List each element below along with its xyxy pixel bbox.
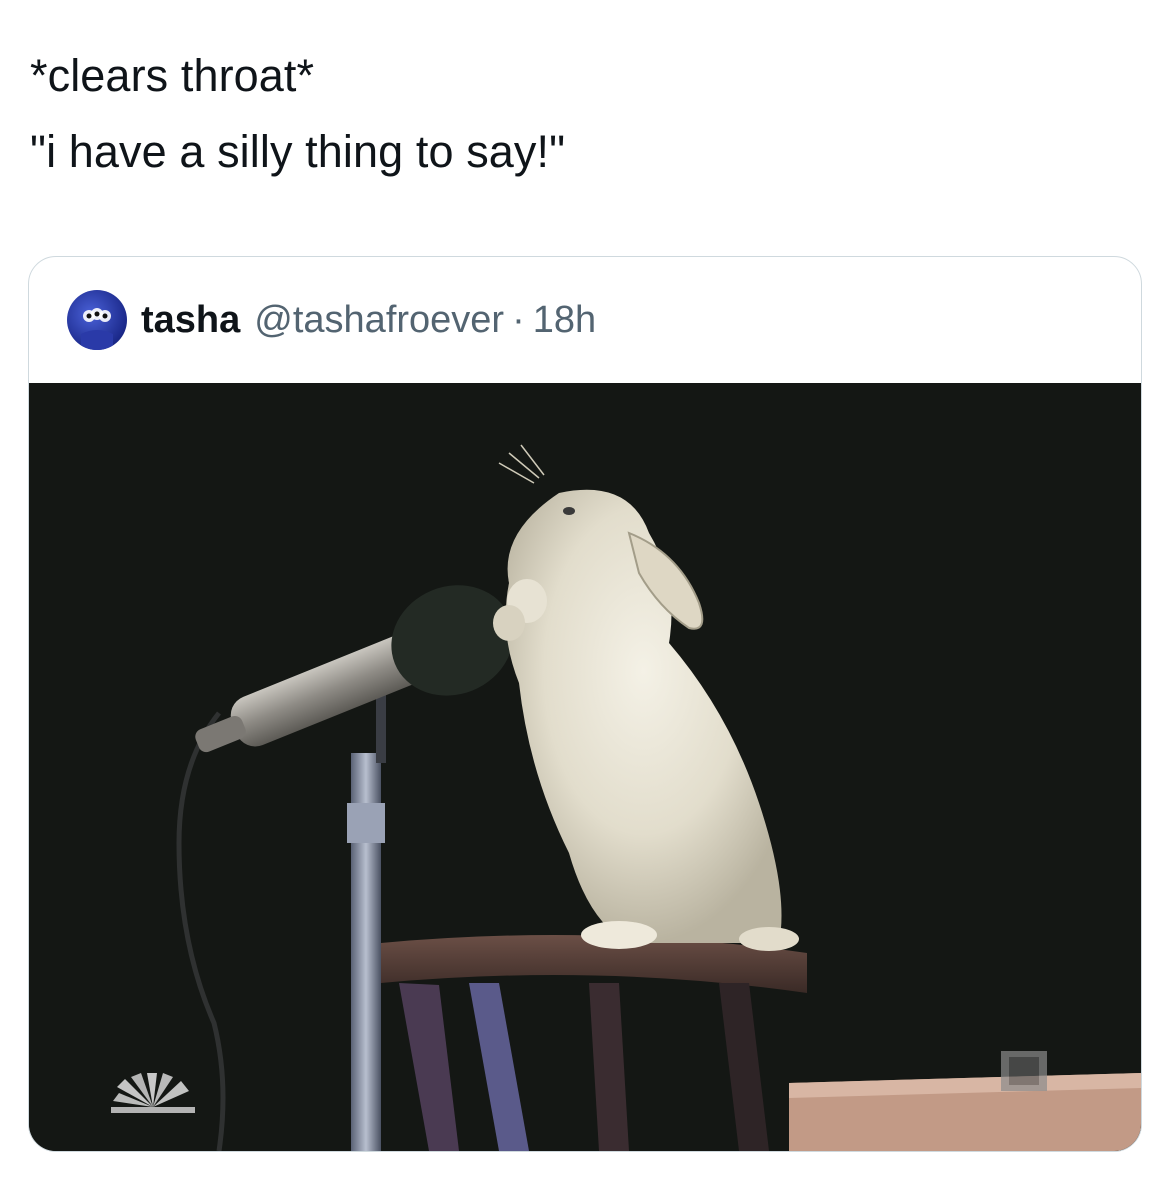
tweet-line-2: "i have a silly thing to say!" (30, 126, 566, 177)
separator-dot: · (512, 298, 525, 341)
timestamp[interactable]: 18h (533, 299, 596, 342)
tweet-line-1: *clears throat* (30, 50, 315, 101)
author-name[interactable]: tasha (141, 299, 240, 342)
quoted-tweet-card[interactable]: tasha @tashafroever · 18h (28, 256, 1142, 1152)
bunny-at-microphone-image (29, 383, 1141, 1151)
avatar[interactable] (67, 290, 127, 350)
tweet-text: *clears throat* "i have a silly thing to… (30, 48, 565, 180)
quoted-tweet-media[interactable] (29, 383, 1141, 1151)
author-handle[interactable]: @tashafroever (254, 299, 504, 342)
quoted-tweet-header: tasha @tashafroever · 18h (29, 257, 1141, 383)
avatar-icon (81, 308, 113, 350)
